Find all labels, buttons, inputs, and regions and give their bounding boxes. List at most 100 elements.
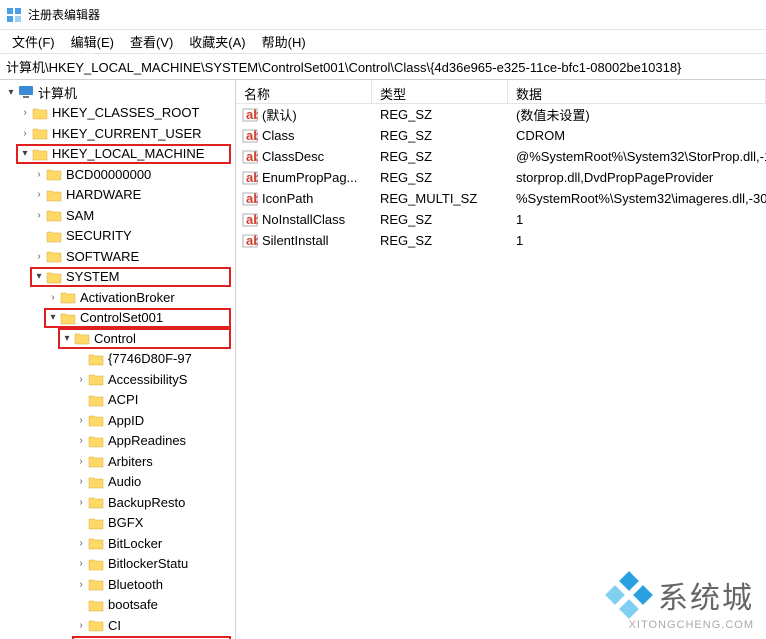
chevron-right-icon[interactable]: › xyxy=(74,497,88,508)
tree-item-sam[interactable]: ›SAM xyxy=(0,205,235,226)
tree-item-activationbroker[interactable]: ›ActivationBroker xyxy=(0,287,235,308)
tree-root-label: 计算机 xyxy=(38,83,77,102)
tree-item-bluetooth[interactable]: ›Bluetooth xyxy=(0,574,235,595)
window-title: 注册表编辑器 xyxy=(28,6,100,23)
chevron-right-icon[interactable]: › xyxy=(74,538,88,549)
value-row[interactable]: abClassREG_SZCDROM xyxy=(236,125,766,146)
regedit-icon xyxy=(6,7,22,23)
svg-text:ab: ab xyxy=(246,191,258,206)
tree-item-label: BackupResto xyxy=(108,495,185,510)
chevron-right-icon[interactable]: › xyxy=(18,128,32,139)
chevron-right-icon[interactable]: › xyxy=(32,210,46,221)
value-name: abNoInstallClass xyxy=(236,212,372,228)
chevron-right-icon[interactable]: › xyxy=(74,579,88,590)
chevron-right-icon[interactable]: › xyxy=(32,251,46,262)
tree-item-software[interactable]: › SOFTWARE xyxy=(0,246,235,267)
menu-view[interactable]: 查看(V) xyxy=(122,30,181,53)
tree-item-accessibilitys[interactable]: › AccessibilityS xyxy=(0,369,235,390)
value-row[interactable]: abIconPathREG_MULTI_SZ%SystemRoot%\Syste… xyxy=(236,188,766,209)
chevron-down-icon[interactable]: ▾ xyxy=(60,333,74,344)
value-row[interactable]: ab(默认)REG_SZ(数值未设置) xyxy=(236,104,766,125)
value-name: abClassDesc xyxy=(236,149,372,165)
watermark-url: XITONGCHENG.COM xyxy=(629,619,754,631)
value-row[interactable]: abClassDescREG_SZ@%SystemRoot%\System32\… xyxy=(236,146,766,167)
tree-item-bootsafe[interactable]: bootsafe xyxy=(0,595,235,616)
tree-item-backupresto[interactable]: › BackupResto xyxy=(0,492,235,513)
tree-item-label: AccessibilityS xyxy=(108,372,187,387)
tree-item-label: bootsafe xyxy=(108,597,158,612)
tree-item-hardware[interactable]: › HARDWARE xyxy=(0,185,235,206)
tree-item-control[interactable]: ▾Control xyxy=(0,328,235,349)
column-header-name[interactable]: 名称 xyxy=(236,80,372,103)
tree-panel[interactable]: ▾ 计算机›HKEY_CLASSES_ROOT›HKEY_CURRENT_USER… xyxy=(0,80,236,639)
chevron-down-icon[interactable]: ▾ xyxy=(46,312,60,323)
tree-item-class[interactable]: ▾Class xyxy=(0,636,235,639)
chevron-right-icon[interactable]: › xyxy=(74,476,88,487)
value-row[interactable]: abEnumPropPag...REG_SZstorprop.dll,DvdPr… xyxy=(236,167,766,188)
tree-item--7746d80f-97[interactable]: {7746D80F-97 xyxy=(0,349,235,370)
tree-item-ci[interactable]: › CI xyxy=(0,615,235,636)
value-type: REG_SZ xyxy=(372,170,508,185)
tree-item-label: CI xyxy=(108,618,121,633)
chevron-right-icon[interactable]: › xyxy=(74,558,88,569)
value-type: REG_SZ xyxy=(372,149,508,164)
tree-item-bitlockerstatu[interactable]: ›BitlockerStatu xyxy=(0,554,235,575)
value-data: (数值未设置) xyxy=(508,105,766,124)
tree-item-system[interactable]: ▾ SYSTEM xyxy=(0,267,235,288)
tree-item-controlset001[interactable]: ▾ControlSet001 xyxy=(0,308,235,329)
value-name: ab(默认) xyxy=(236,105,372,124)
tree-item-bitlocker[interactable]: › BitLocker xyxy=(0,533,235,554)
value-type: REG_SZ xyxy=(372,212,508,227)
menu-edit[interactable]: 编辑(E) xyxy=(63,30,122,53)
value-name: abSilentInstall xyxy=(236,233,372,249)
watermark: 系统城 XITONGCHENG.COM xyxy=(608,573,754,631)
menu-help[interactable]: 帮助(H) xyxy=(254,30,314,53)
tree-item-appreadines[interactable]: ›AppReadines xyxy=(0,431,235,452)
chevron-right-icon[interactable]: › xyxy=(46,292,60,303)
address-bar[interactable]: 计算机\HKEY_LOCAL_MACHINE\SYSTEM\ControlSet… xyxy=(0,54,766,80)
tree-item-arbiters[interactable]: ›Arbiters xyxy=(0,451,235,472)
tree-item-appid[interactable]: › AppID xyxy=(0,410,235,431)
tree-item-hkey-current-user[interactable]: ›HKEY_CURRENT_USER xyxy=(0,123,235,144)
tree-item-bcd00000000[interactable]: ›BCD00000000 xyxy=(0,164,235,185)
tree-item-label: AppID xyxy=(108,413,144,428)
value-type: REG_MULTI_SZ xyxy=(372,191,508,206)
value-data: CDROM xyxy=(508,128,766,143)
value-data: 1 xyxy=(508,212,766,227)
chevron-right-icon[interactable]: › xyxy=(74,620,88,631)
tree-item-hkey-local-machine[interactable]: ▾HKEY_LOCAL_MACHINE xyxy=(0,144,235,165)
value-data: %SystemRoot%\System32\imageres.dll,-30 xyxy=(508,191,766,206)
value-type: REG_SZ xyxy=(372,128,508,143)
chevron-right-icon[interactable]: › xyxy=(32,189,46,200)
menu-favorites[interactable]: 收藏夹(A) xyxy=(181,30,253,53)
chevron-down-icon[interactable]: ▾ xyxy=(32,271,46,282)
chevron-right-icon[interactable]: › xyxy=(32,169,46,180)
tree-item-audio[interactable]: › Audio xyxy=(0,472,235,493)
tree-item-acpi[interactable]: ACPI xyxy=(0,390,235,411)
tree-item-label: BitLocker xyxy=(108,536,162,551)
column-header-data[interactable]: 数据 xyxy=(508,80,766,103)
chevron-down-icon[interactable]: ▾ xyxy=(18,148,32,159)
menu-file[interactable]: 文件(F) xyxy=(4,30,63,53)
chevron-right-icon[interactable]: › xyxy=(18,107,32,118)
tree-item-label: HARDWARE xyxy=(66,187,141,202)
chevron-right-icon[interactable]: › xyxy=(74,456,88,467)
value-name: abIconPath xyxy=(236,191,372,207)
tree-item-bgfx[interactable]: BGFX xyxy=(0,513,235,534)
tree-root[interactable]: ▾ 计算机 xyxy=(0,82,235,103)
tree-item-label: SOFTWARE xyxy=(66,249,139,264)
svg-text:ab: ab xyxy=(246,128,258,143)
tree-item-label: Audio xyxy=(108,474,141,489)
chevron-down-icon[interactable]: ▾ xyxy=(4,87,18,98)
value-row[interactable]: abSilentInstallREG_SZ1 xyxy=(236,230,766,251)
chevron-right-icon[interactable]: › xyxy=(74,415,88,426)
title-bar: 注册表编辑器 xyxy=(0,0,766,30)
value-data: 1 xyxy=(508,233,766,248)
tree-item-label: SYSTEM xyxy=(66,269,119,284)
chevron-right-icon[interactable]: › xyxy=(74,374,88,385)
tree-item-hkey-classes-root[interactable]: ›HKEY_CLASSES_ROOT xyxy=(0,103,235,124)
tree-item-security[interactable]: SECURITY xyxy=(0,226,235,247)
column-header-type[interactable]: 类型 xyxy=(372,80,508,103)
value-row[interactable]: abNoInstallClassREG_SZ1 xyxy=(236,209,766,230)
chevron-right-icon[interactable]: › xyxy=(74,435,88,446)
